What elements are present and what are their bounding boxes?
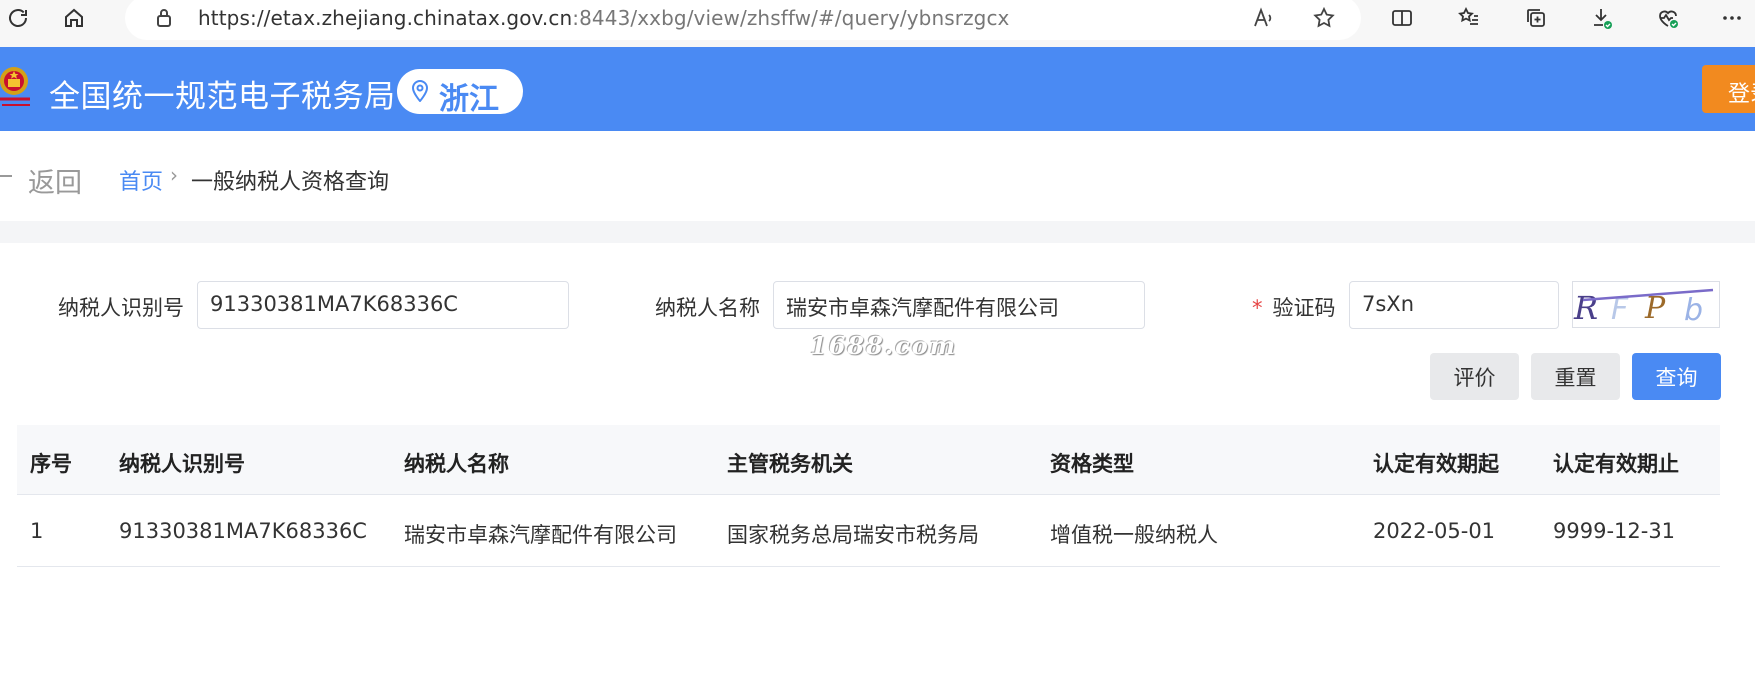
browser-toolbar: https://etax.zhejiang.chinatax.gov.cn:84… — [0, 0, 1755, 47]
column-header-qualification-type: 资格类型 — [1050, 452, 1134, 476]
location-pin-icon — [411, 80, 429, 102]
region-label: 浙江 — [439, 82, 499, 117]
required-star: * — [1252, 296, 1263, 320]
captcha-graphic: R F P b — [1573, 288, 1714, 328]
watermark: 1688.com — [810, 331, 958, 360]
breadcrumb-current: 一般纳税人资格查询 — [191, 170, 390, 195]
taxpayer-name-input[interactable]: 瑞安市卓森汽摩配件有限公司 — [773, 281, 1145, 329]
cell-index: 1 — [30, 519, 44, 543]
captcha-char-4: b — [1684, 293, 1703, 328]
site-title: 全国统一规范电子税务局 — [49, 79, 396, 115]
cell-tax-authority: 国家税务总局瑞安市税务局 — [727, 523, 979, 547]
table-row[interactable]: 1 91330381MA7K68336C 瑞安市卓森汽摩配件有限公司 国家税务总… — [17, 495, 1720, 567]
column-header-taxpayer-id: 纳税人识别号 — [119, 452, 245, 476]
section-divider — [0, 221, 1755, 243]
captcha-image[interactable]: R F P b — [1572, 281, 1720, 328]
region-selector[interactable]: 浙江 — [397, 69, 523, 117]
favorite-star-icon[interactable] — [1310, 4, 1338, 32]
query-button[interactable]: 查询 — [1632, 353, 1721, 400]
browser-essentials-icon[interactable] — [1654, 4, 1682, 32]
cell-valid-from: 2022-05-01 — [1373, 519, 1496, 543]
cell-taxpayer-name: 瑞安市卓森汽摩配件有限公司 — [404, 523, 677, 547]
cell-valid-to: 9999-12-31 — [1553, 519, 1676, 543]
lock-icon[interactable] — [150, 4, 178, 32]
refresh-icon[interactable] — [4, 4, 32, 32]
breadcrumb-home-link[interactable]: 首页 — [119, 164, 163, 196]
back-link[interactable]: 返回 — [28, 161, 82, 200]
taxpayer-id-label: 纳税人识别号 — [58, 296, 184, 320]
result-table-header: 序号 纳税人识别号 纳税人名称 主管税务机关 资格类型 认定有效期起 认定有效期… — [17, 425, 1720, 495]
breadcrumb: 返回 首页 › 一般纳税人资格查询 — [0, 131, 1755, 221]
collections-icon[interactable] — [1522, 4, 1550, 32]
cell-taxpayer-id: 91330381MA7K68336C — [119, 519, 367, 543]
site-header: 全国统一规范电子税务局 浙江 登录 — [0, 47, 1755, 131]
captcha-label: 验证码 — [1272, 296, 1336, 320]
url-path: :8443/xxbg/view/zhsffw/#/query/ybnsrzgcx — [572, 6, 1010, 30]
back-arrow-icon[interactable] — [0, 175, 12, 177]
read-aloud-icon[interactable] — [1249, 4, 1277, 32]
captcha-label-wrap: * 验证码 — [1252, 292, 1336, 322]
breadcrumb-chevron-icon: › — [170, 163, 178, 187]
home-icon[interactable] — [60, 4, 88, 32]
evaluate-button[interactable]: 评价 — [1430, 353, 1519, 400]
reset-button[interactable]: 重置 — [1531, 353, 1620, 400]
split-screen-icon[interactable] — [1388, 4, 1416, 32]
url-host: https://etax.zhejiang.chinatax.gov.cn — [198, 6, 573, 30]
tax-emblem-icon — [0, 67, 30, 106]
column-header-valid-to: 认定有效期止 — [1553, 452, 1679, 476]
column-header-tax-authority: 主管税务机关 — [727, 452, 853, 476]
captcha-char-1: R — [1573, 289, 1598, 327]
taxpayer-name-label: 纳税人名称 — [655, 296, 760, 320]
column-header-valid-from: 认定有效期起 — [1373, 452, 1499, 476]
url-text[interactable]: https://etax.zhejiang.chinatax.gov.cn:84… — [198, 6, 1010, 30]
captcha-input[interactable]: 7sXn — [1349, 281, 1559, 329]
more-menu-icon[interactable] — [1718, 4, 1746, 32]
cell-qualification-type: 增值税一般纳税人 — [1050, 523, 1218, 547]
downloads-icon[interactable] — [1588, 4, 1616, 32]
column-header-index: 序号 — [30, 452, 72, 476]
favorites-list-icon[interactable] — [1455, 4, 1483, 32]
taxpayer-id-input[interactable]: 91330381MA7K68336C — [197, 281, 569, 329]
login-button[interactable]: 登录 — [1702, 65, 1755, 113]
column-header-taxpayer-name: 纳税人名称 — [404, 452, 509, 476]
